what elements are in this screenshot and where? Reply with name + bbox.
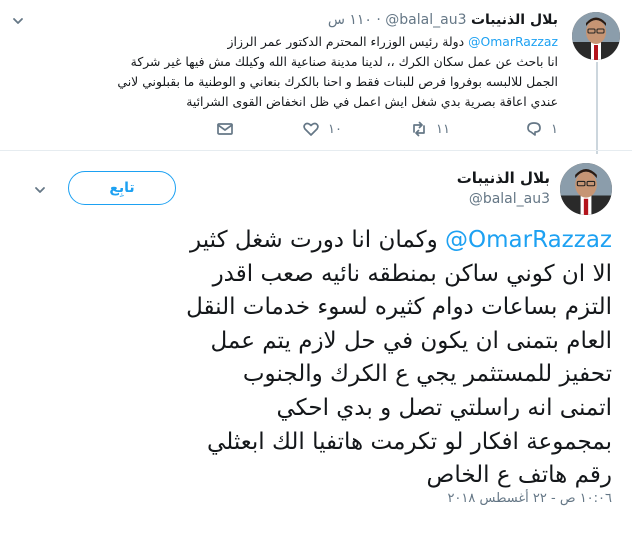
tweet-text-line: تحفيز للمستثمر يجي ع الكرك والجنوب xyxy=(242,361,612,388)
reply-count: ١ xyxy=(551,121,558,137)
more-options-button[interactable] xyxy=(34,181,46,200)
author-handle[interactable]: @balal_au3 xyxy=(469,191,550,207)
author-name[interactable]: بلال الذنيبات xyxy=(457,169,550,187)
tweet-text-line: اتمنى انه راسلتي تصل و بدي احكي xyxy=(276,394,612,421)
like-button[interactable]: ١٠ xyxy=(302,120,342,138)
tweet-text: @OmarRazzaz وكمان انا دورت شغل كثير الا … xyxy=(16,224,612,493)
author-name[interactable]: بلال الذنيبات xyxy=(471,12,558,28)
tweet-text-line: رقم هاتف ع الخاص xyxy=(426,462,612,489)
tweet-header: بلال الذنيبات @balal_au3 · ١١٠ س xyxy=(88,11,558,29)
tweet-text-line: الا ان كوني ساكن بمنطقه نائيه صعب اقدر xyxy=(212,260,612,287)
reply-icon xyxy=(527,122,541,136)
follow-button[interactable]: تابِع xyxy=(68,171,176,205)
tweet-text-segment: وكمان انا دورت شغل كثير xyxy=(190,227,446,253)
tweet-actions: ١ ١١ ١٠ xyxy=(0,120,558,142)
retweet-button[interactable]: ١١ xyxy=(410,120,450,138)
tweet-text-line: @OmarRazzaz دولة رئيس الوزراء المحترم ال… xyxy=(78,32,558,52)
heart-icon xyxy=(303,122,319,136)
separator-dot: · xyxy=(376,12,381,28)
retweet-count: ١١ xyxy=(436,121,450,137)
tweet-text-line: الجمل للالبسه بوفروا فرص للبنات فقط و اح… xyxy=(117,74,558,89)
envelope-icon xyxy=(217,123,233,135)
retweet-icon xyxy=(413,121,425,137)
tweet-text-line: @OmarRazzaz وكمان انا دورت شغل كثير xyxy=(16,224,612,258)
parent-tweet[interactable]: بلال الذنيبات @balal_au3 · ١١٠ س @OmarRa… xyxy=(0,0,632,154)
tweet-text-line: عندي اعاقة بصرية بدي شغل ايش اعمل في ظل … xyxy=(186,94,558,109)
tweet-text-line: انا باحث عن عمل سكان الكرك ،، لدينا مدين… xyxy=(130,54,558,69)
reply-button[interactable]: ١ xyxy=(525,120,558,138)
like-count: ١٠ xyxy=(328,121,342,137)
avatar[interactable] xyxy=(560,163,612,215)
tweet-text-segment: دولة رئيس الوزراء المحترم الدكتور عمر ال… xyxy=(227,34,469,49)
tweet-text-line: بمجموعة افكار لو تكرمت هاتفيا الك ابعثلي xyxy=(207,428,612,455)
mention-link[interactable]: @OmarRazzaz xyxy=(468,34,558,49)
author-handle[interactable]: @balal_au3 xyxy=(385,12,466,28)
tweet-timestamp[interactable]: ١٠:٠٦ ص - ٢٢ أغسطس ٢٠١٨ xyxy=(447,491,612,506)
thread-connector-line xyxy=(596,62,598,154)
direct-message-button[interactable] xyxy=(216,120,234,138)
main-tweet: بلال الذنيبات @balal_au3 تابِع @OmarRazz… xyxy=(0,151,632,533)
tweet-time[interactable]: ١١٠ س xyxy=(328,12,372,28)
chevron-down-icon xyxy=(35,187,45,193)
avatar[interactable] xyxy=(572,12,620,60)
tweet-text: @OmarRazzaz دولة رئيس الوزراء المحترم ال… xyxy=(78,32,558,112)
more-options-button[interactable] xyxy=(12,12,24,31)
mention-link[interactable]: @OmarRazzaz xyxy=(445,227,612,253)
tweet-text-line: العام بتمنى ان يكون في حل لازم يتم عمل xyxy=(210,327,613,354)
chevron-down-icon xyxy=(13,18,23,24)
tweet-text-line: التزم بساعات دوام كثيره لسوء خدمات النقل xyxy=(186,294,612,321)
